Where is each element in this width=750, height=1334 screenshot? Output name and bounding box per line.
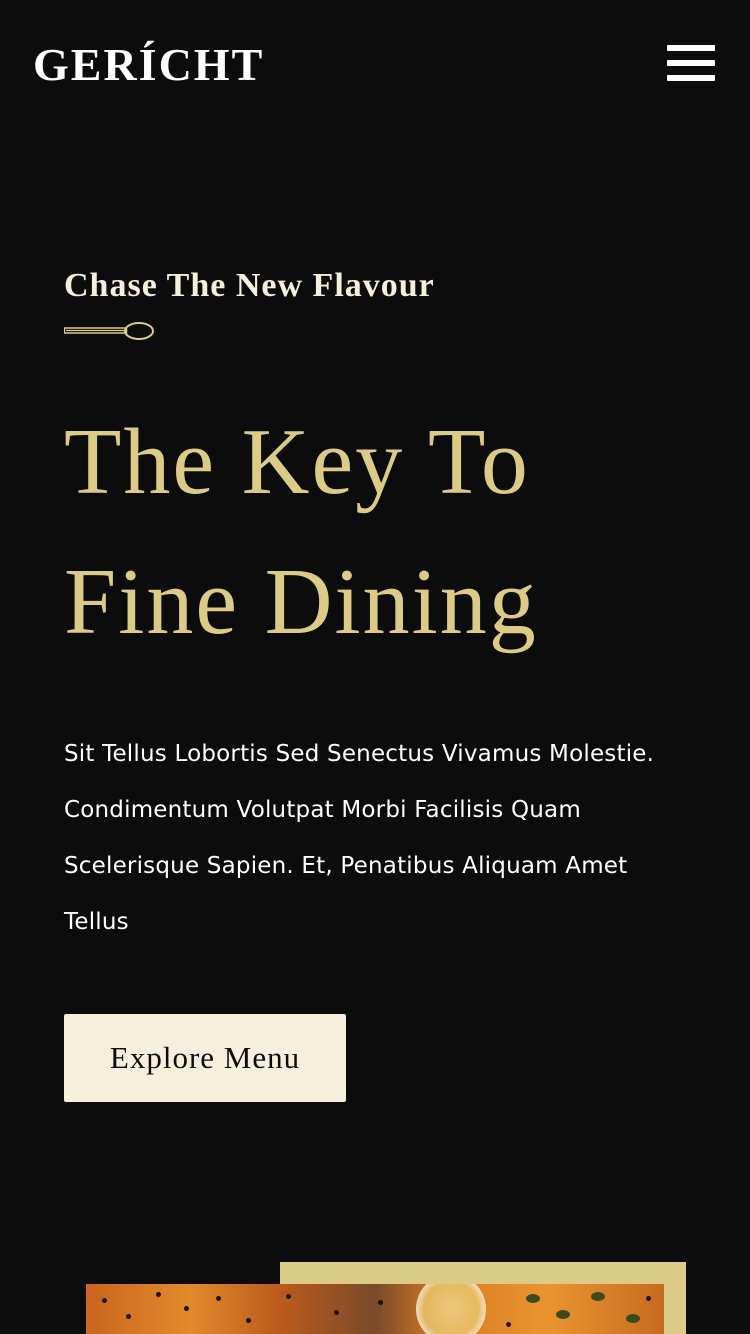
lemon-slice (416, 1284, 486, 1334)
herb-leaf (526, 1294, 540, 1303)
pepper-speck (156, 1292, 161, 1297)
headline-line-2: Fine Dining (64, 550, 538, 654)
pepper-speck (646, 1296, 651, 1301)
pepper-speck (102, 1298, 107, 1303)
spoon-icon (64, 322, 154, 340)
landing-page: GERÍCHT Chase The New Flavour The Key To… (0, 0, 750, 1334)
hero-headline: The Key To Fine Dining (64, 392, 704, 672)
navbar: GERÍCHT (0, 0, 750, 130)
food-photo (86, 1284, 664, 1334)
pepper-speck (286, 1294, 291, 1299)
menu-bar (667, 45, 715, 51)
menu-bar (667, 75, 715, 81)
brand-logo[interactable]: GERÍCHT (33, 38, 264, 92)
herb-leaf (556, 1310, 570, 1319)
explore-menu-button[interactable]: Explore Menu (64, 1014, 346, 1102)
headline-line-1: The Key To (64, 410, 530, 514)
hero-subtitle: Chase The New Flavour (64, 267, 435, 304)
hero-description: Sit Tellus Lobortis Sed Senectus Vivamus… (64, 741, 655, 935)
pepper-speck (184, 1306, 189, 1311)
pepper-speck (506, 1322, 511, 1327)
pepper-speck (334, 1310, 339, 1315)
pepper-speck (216, 1296, 221, 1301)
pepper-speck (126, 1314, 131, 1319)
herb-leaf (626, 1314, 640, 1323)
pepper-speck (246, 1318, 251, 1323)
pepper-speck (378, 1300, 383, 1305)
herb-leaf (591, 1292, 605, 1301)
menu-bar (667, 60, 715, 66)
hamburger-menu-icon[interactable] (666, 44, 716, 82)
